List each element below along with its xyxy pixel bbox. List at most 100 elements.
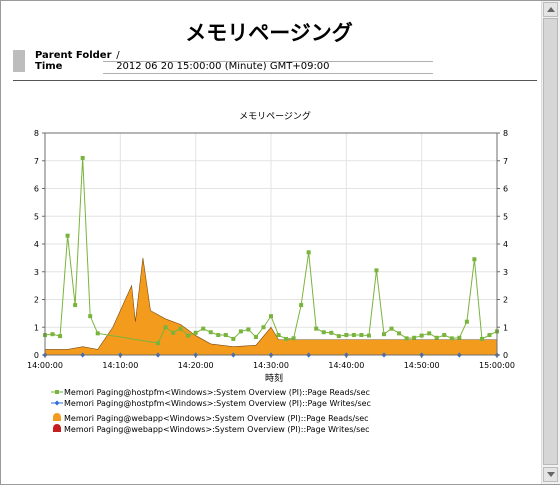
info-bar [13, 50, 25, 72]
legend-label: Memori Paging@hostpfm<Windows>:System Ov… [64, 388, 370, 397]
data-point [487, 333, 492, 338]
data-point [366, 333, 371, 338]
paging-chart: メモリページング 時刻 0 0 1 1 2 2 3 3 4 4 5 5 6 6 7 7 8 8 14:00:00 14… [27, 110, 515, 434]
vertical-scrollbar[interactable] [541, 1, 560, 484]
data-point [261, 325, 266, 330]
data-point [178, 326, 183, 331]
data-point [397, 331, 402, 336]
y-tick-label-right: 0 [503, 351, 508, 360]
x-tick-label: 14:50:00 [404, 361, 440, 370]
data-point [216, 333, 221, 338]
legend-marker [54, 400, 60, 406]
legend-item: Memori Paging@hostpfm<Windows>:System Ov… [51, 399, 371, 408]
data-point [472, 257, 477, 262]
data-point [231, 336, 236, 341]
data-point [464, 319, 469, 324]
y-tick-label-right: 7 [503, 157, 508, 166]
data-point [186, 333, 191, 338]
time-value: 2012 06 20 15:00:00 (Minute) GMT+09:00 [116, 61, 330, 72]
legend-label: Memori Paging@webapp<Windows>:System Ove… [64, 425, 370, 434]
data-point [208, 330, 213, 335]
y-tick-label-left: 3 [34, 268, 39, 277]
scrollbar-thumb[interactable] [543, 18, 558, 465]
legend-item: Memori Paging@hostpfm<Windows>:System Ov… [51, 388, 370, 397]
data-point [351, 333, 356, 338]
y-tick-label-right: 5 [503, 212, 508, 221]
data-point [336, 334, 341, 339]
data-point [374, 268, 379, 273]
data-point [88, 314, 93, 319]
data-point [412, 335, 417, 340]
data-point [201, 326, 206, 331]
arrow-up-icon [547, 7, 555, 12]
x-tick-label: 14:20:00 [178, 361, 214, 370]
y-tick-label-left: 0 [34, 351, 39, 360]
data-point [171, 330, 176, 335]
data-point [382, 332, 386, 337]
data-point [276, 333, 281, 338]
legend-item: Memori Paging@webapp<Windows>:System Ove… [53, 413, 369, 423]
data-point [193, 330, 198, 335]
y-tick-label-left: 1 [34, 323, 39, 332]
data-point [95, 331, 100, 336]
parent-folder-label: Parent Folder [35, 50, 112, 61]
data-point [58, 334, 63, 339]
data-point [246, 327, 251, 332]
data-point [299, 303, 304, 308]
report-window: メモリページング Parent Folder / Time 2012 06 20… [0, 0, 560, 485]
parent-folder-value: / [116, 50, 120, 61]
arrow-down-icon [547, 472, 555, 477]
y-tick-label-right: 8 [503, 129, 508, 138]
data-point [223, 333, 228, 338]
y-tick-label-left: 8 [34, 129, 39, 138]
x-tick-label: 14:00:00 [27, 361, 63, 370]
data-point [238, 329, 243, 334]
x-tick-label: 14:10:00 [102, 361, 138, 370]
scroll-down-button[interactable] [543, 467, 558, 482]
y-tick-label-right: 6 [503, 185, 508, 194]
info-divider [103, 61, 433, 62]
data-point [419, 333, 424, 338]
data-point [457, 335, 462, 340]
data-point [269, 314, 273, 319]
y-tick-label-right: 1 [503, 323, 508, 332]
data-point [442, 333, 447, 338]
data-point [291, 336, 296, 341]
y-tick-label-right: 3 [503, 268, 508, 277]
scroll-up-button[interactable] [543, 2, 558, 17]
parent-folder-row: Parent Folder / [35, 50, 120, 61]
data-point [156, 341, 160, 346]
data-point [344, 333, 349, 338]
legend-label: Memori Paging@webapp<Windows>:System Ove… [64, 414, 369, 423]
data-point [359, 333, 364, 338]
x-tick-label: 15:00:00 [479, 361, 515, 370]
info-divider [103, 73, 433, 74]
legend-marker [53, 424, 61, 432]
data-point [434, 335, 439, 340]
legend-marker [55, 390, 59, 394]
time-row: Time 2012 06 20 15:00:00 (Minute) GMT+09… [35, 61, 330, 72]
legend-item: Memori Paging@webapp<Windows>:System Ove… [53, 424, 370, 434]
x-tick-label: 14:30:00 [253, 361, 289, 370]
data-point [329, 330, 334, 335]
page-title: メモリページング [185, 21, 353, 45]
y-tick-label-left: 7 [34, 157, 39, 166]
y-tick-label-left: 5 [34, 212, 39, 221]
data-point [449, 336, 454, 341]
data-point [65, 233, 70, 238]
data-point [479, 336, 484, 341]
data-point [427, 331, 432, 336]
y-tick-label-left: 2 [34, 296, 39, 305]
legend-label: Memori Paging@hostpfm<Windows>:System Ov… [64, 399, 371, 408]
data-point [284, 336, 289, 341]
time-label: Time [35, 61, 63, 72]
data-point [321, 330, 326, 335]
data-point [80, 155, 85, 160]
chart-title: メモリページング [239, 110, 311, 122]
y-tick-label-left: 6 [34, 185, 39, 194]
data-point [50, 332, 55, 337]
y-tick-label-left: 4 [34, 240, 39, 249]
data-point [389, 326, 394, 331]
x-tick-label: 14:40:00 [328, 361, 364, 370]
data-point [404, 336, 409, 341]
